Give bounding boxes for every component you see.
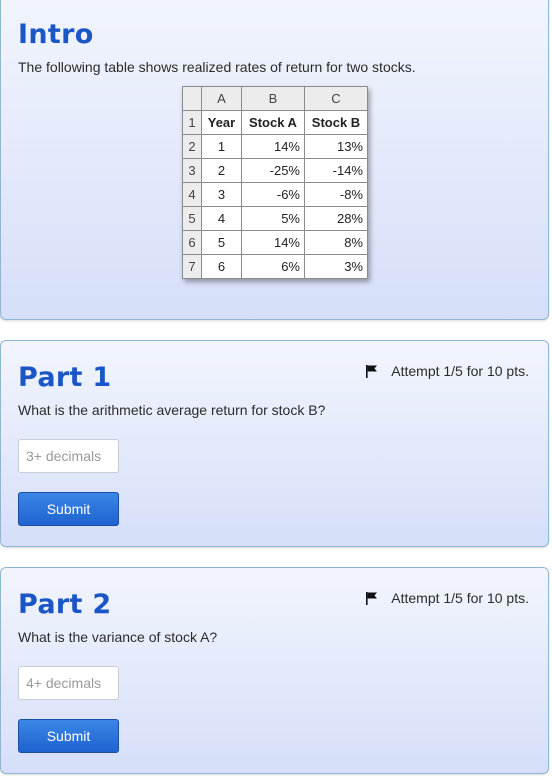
column-letter-b: B [241, 86, 305, 111]
row-number: 2 [182, 134, 202, 159]
intro-card: Intro The following table shows realized… [0, 0, 549, 320]
column-letter-row: A B C [182, 86, 368, 111]
returns-table: A B C 1 Year Stock A Stock B 2 1 14% 13%… [182, 86, 368, 279]
cell-year: 6 [201, 254, 242, 279]
part-1-attempt: Attempt 1/5 for 10 pts. [366, 363, 529, 379]
part-2-title: Part 2 [18, 589, 112, 620]
flag-icon[interactable] [366, 591, 378, 605]
cell-stock-a: -25% [241, 158, 305, 183]
column-letter-a: A [201, 86, 242, 111]
table-row: 2 1 14% 13% [182, 134, 368, 159]
intro-description: The following table shows realized rates… [18, 59, 416, 75]
part-2-answer-input[interactable] [18, 666, 119, 700]
part-1-answer-input[interactable] [18, 439, 119, 473]
row-number: 3 [182, 158, 202, 183]
part-2-attempt: Attempt 1/5 for 10 pts. [366, 590, 529, 606]
header-stock-b: Stock B [304, 110, 368, 135]
cell-year: 4 [201, 206, 242, 231]
table-row: 7 6 6% 3% [182, 254, 368, 279]
row-number: 1 [182, 110, 202, 135]
part-2-card: Part 2 Attempt 1/5 for 10 pts. What is t… [0, 567, 549, 774]
part-1-question: What is the arithmetic average return fo… [18, 402, 326, 418]
column-letter-c: C [304, 86, 368, 111]
cell-stock-b: -14% [304, 158, 368, 183]
table-row: 6 5 14% 8% [182, 230, 368, 255]
attempt-text: Attempt 1/5 for 10 pts. [391, 590, 529, 606]
cell-stock-a: 14% [241, 230, 305, 255]
cell-year: 5 [201, 230, 242, 255]
part-1-card: Part 1 Attempt 1/5 for 10 pts. What is t… [0, 340, 549, 547]
cell-stock-a: 14% [241, 134, 305, 159]
cell-stock-b: 13% [304, 134, 368, 159]
table-row: 4 3 -6% -8% [182, 182, 368, 207]
table-corner [182, 86, 202, 111]
cell-stock-a: 5% [241, 206, 305, 231]
cell-stock-b: 28% [304, 206, 368, 231]
row-number: 5 [182, 206, 202, 231]
table-header-row: 1 Year Stock A Stock B [182, 110, 368, 135]
row-number: 4 [182, 182, 202, 207]
row-number: 7 [182, 254, 202, 279]
table-row: 3 2 -25% -14% [182, 158, 368, 183]
table-row: 5 4 5% 28% [182, 206, 368, 231]
cell-year: 3 [201, 182, 242, 207]
header-stock-a: Stock A [241, 110, 305, 135]
part-2-submit-button[interactable]: Submit [18, 719, 119, 753]
cell-year: 2 [201, 158, 242, 183]
header-year: Year [201, 110, 242, 135]
cell-stock-b: 3% [304, 254, 368, 279]
cell-stock-b: 8% [304, 230, 368, 255]
attempt-text: Attempt 1/5 for 10 pts. [391, 363, 529, 379]
cell-year: 1 [201, 134, 242, 159]
part-1-title: Part 1 [18, 362, 112, 393]
flag-icon[interactable] [366, 364, 378, 378]
cell-stock-b: -8% [304, 182, 368, 207]
row-number: 6 [182, 230, 202, 255]
cell-stock-a: -6% [241, 182, 305, 207]
intro-title: Intro [18, 19, 94, 50]
cell-stock-a: 6% [241, 254, 305, 279]
part-2-question: What is the variance of stock A? [18, 629, 218, 645]
part-1-submit-button[interactable]: Submit [18, 492, 119, 526]
